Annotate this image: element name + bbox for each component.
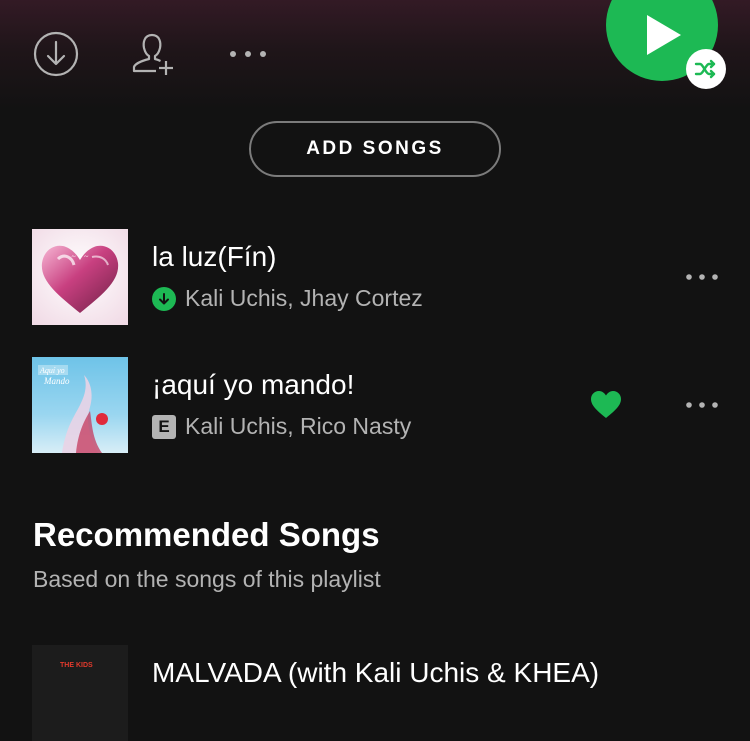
download-circle-icon [33, 31, 79, 77]
add-user-button[interactable] [131, 31, 177, 77]
album-cover: THE KIDS [32, 645, 128, 741]
add-user-icon [132, 33, 173, 75]
track-row[interactable]: Aquí yo Mando ¡aquí yo mando! E Kali Uch… [0, 357, 750, 453]
download-button[interactable] [33, 31, 79, 77]
track-row[interactable]: ~ ~ ~ la luz(Fín) Kali Uchis, Jhay Corte… [0, 229, 750, 325]
recommended-heading: Recommended Songs [33, 516, 380, 553]
shuffle-icon [694, 59, 716, 79]
album-cover: Aquí yo Mando [32, 357, 128, 453]
track-artists: Kali Uchis, Jhay Cortez [185, 285, 423, 311]
more-horizontal-icon [686, 402, 718, 408]
track-title: MALVADA (with Kali Uchis & KHEA) [152, 657, 600, 688]
track-artists: Kali Uchis, Rico Nasty [185, 413, 412, 439]
track-title: la luz(Fín) [152, 241, 277, 272]
more-options-button[interactable] [226, 41, 270, 67]
cover-text: THE KIDS [60, 662, 93, 669]
track-title: ¡aquí yo mando! [152, 369, 355, 400]
explicit-badge: E [152, 414, 176, 439]
more-horizontal-icon [686, 274, 718, 280]
track-subtitle: E Kali Uchis, Rico Nasty [152, 413, 411, 440]
heart-icon [591, 391, 621, 418]
add-songs-button[interactable]: ADD SONGS [249, 121, 501, 177]
track-more-button[interactable] [684, 265, 720, 289]
recommended-subtitle: Based on the songs of this playlist [33, 566, 381, 592]
svg-text:Mando: Mando [43, 376, 70, 386]
svg-text:~ ~ ~: ~ ~ ~ [72, 252, 90, 261]
track-more-button[interactable] [684, 393, 720, 417]
more-horizontal-icon [230, 51, 266, 57]
recommended-track-row[interactable]: THE KIDS MALVADA (with Kali Uchis & KHEA… [0, 645, 750, 741]
downloaded-icon [152, 286, 176, 311]
track-subtitle: Kali Uchis, Jhay Cortez [152, 285, 423, 312]
svg-text:Aquí yo: Aquí yo [39, 366, 65, 375]
play-icon [647, 15, 681, 55]
shuffle-button[interactable] [686, 49, 726, 89]
album-cover: ~ ~ ~ [32, 229, 128, 325]
like-button[interactable] [590, 390, 622, 420]
